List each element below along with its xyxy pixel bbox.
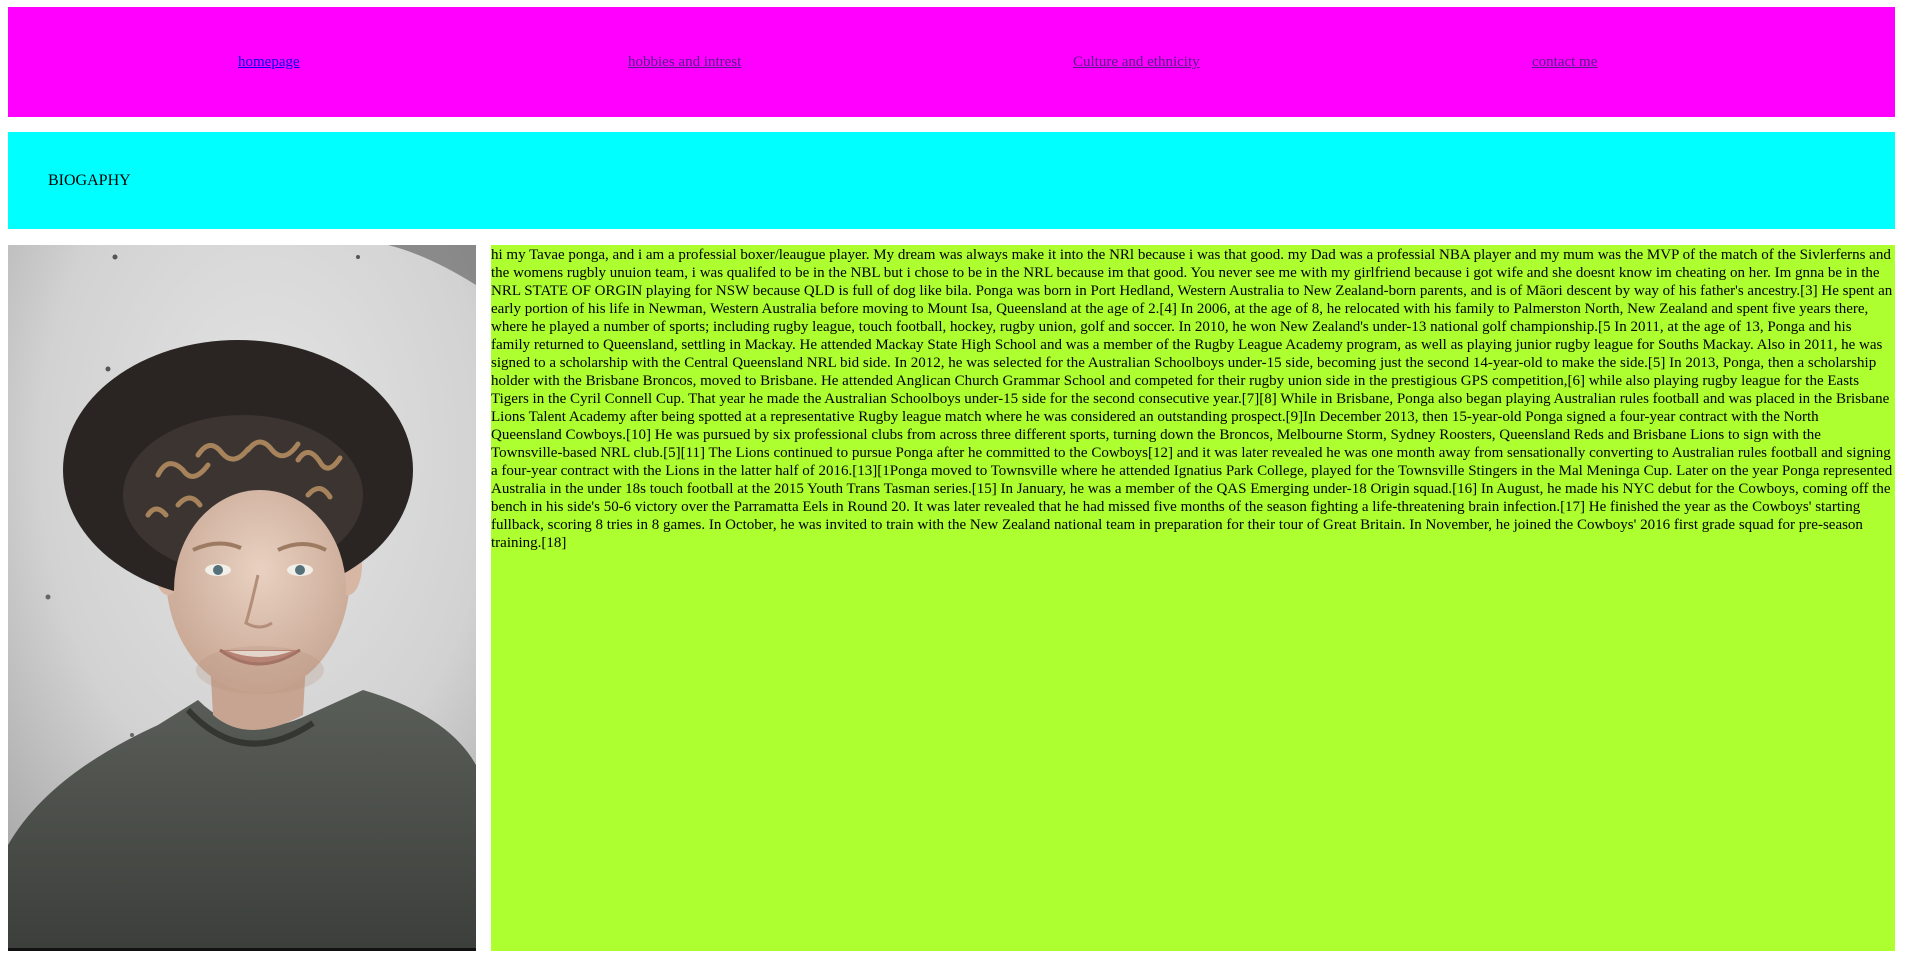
nav-link-contact[interactable]: contact me [1532, 53, 1597, 71]
biography-panel: hi my Tavae ponga, and i am a professial… [491, 245, 1895, 951]
nav-link-hobbies[interactable]: hobbies and intrest [628, 53, 741, 71]
profile-photo [8, 245, 476, 951]
nav-link-homepage[interactable]: homepage [238, 53, 300, 71]
top-navigation-bar: homepage hobbies and intrest Culture and… [8, 7, 1895, 117]
page-title: BIOGAPHY [48, 172, 131, 189]
nav-link-culture[interactable]: Culture and ethnicity [1073, 53, 1200, 71]
portrait-illustration [8, 245, 476, 948]
title-banner: BIOGAPHY [8, 132, 1895, 229]
biography-text: hi my Tavae ponga, and i am a professial… [491, 247, 1893, 551]
